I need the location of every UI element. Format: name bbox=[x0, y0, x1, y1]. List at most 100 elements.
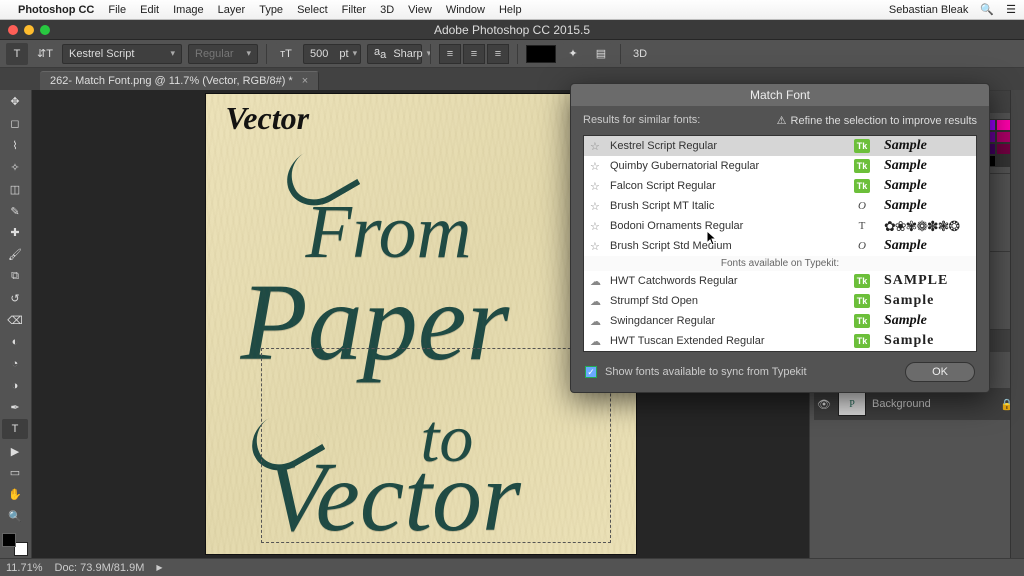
menu-select[interactable]: Select bbox=[297, 4, 328, 16]
results-label: Results for similar fonts: bbox=[583, 114, 700, 127]
font-result-row[interactable]: ☁HWT Tuscan Extended RegularTkSample bbox=[584, 331, 976, 351]
user-name[interactable]: Sebastian Bleak bbox=[889, 4, 969, 16]
font-name: Swingdancer Regular bbox=[610, 315, 846, 327]
eraser-tool-icon[interactable]: ⌫ bbox=[2, 310, 28, 330]
menu-layer[interactable]: Layer bbox=[218, 4, 246, 16]
traffic-lights bbox=[8, 25, 50, 35]
document-tab[interactable]: 262- Match Font.png @ 11.7% (Vector, RGB… bbox=[40, 71, 319, 90]
menu-image[interactable]: Image bbox=[173, 4, 204, 16]
eyedropper-tool-icon[interactable]: ✎ bbox=[2, 201, 28, 221]
blur-tool-icon[interactable]: ◔ bbox=[2, 354, 28, 374]
font-result-row[interactable]: ☆Quimby Gubernatorial RegularTkSample bbox=[584, 156, 976, 176]
font-size-field[interactable]: 500 pt▾ bbox=[303, 44, 361, 64]
close-tab-icon[interactable]: × bbox=[302, 75, 308, 87]
font-name: Strumpf Std Open bbox=[610, 295, 846, 307]
spotlight-icon[interactable]: 🔍 bbox=[980, 3, 994, 16]
menu-3d[interactable]: 3D bbox=[380, 4, 394, 16]
3d-button[interactable]: 3D bbox=[629, 43, 651, 65]
flourish-decoration bbox=[276, 136, 360, 216]
type-tool-icon[interactable]: T bbox=[2, 419, 28, 439]
favorite-star-icon[interactable]: ☆ bbox=[590, 240, 602, 253]
font-result-row[interactable]: ☁Strumpf Std OpenTkSample bbox=[584, 291, 976, 311]
crop-tool-icon[interactable]: ◫ bbox=[2, 179, 28, 199]
font-sample: Sample bbox=[878, 313, 970, 329]
font-result-row[interactable]: ☁HWT Catchwords RegularTkSAMPLE bbox=[584, 271, 976, 291]
font-result-row[interactable]: ☆Brush Script MT ItalicOSample bbox=[584, 196, 976, 216]
menu-help[interactable]: Help bbox=[499, 4, 522, 16]
typekit-badge-icon: Tk bbox=[854, 179, 870, 193]
hand-tool-icon[interactable]: ✋ bbox=[2, 485, 28, 505]
pen-tool-icon[interactable]: ✒ bbox=[2, 398, 28, 418]
sync-typekit-label: Show fonts available to sync from Typeki… bbox=[605, 366, 807, 378]
text-color-swatch[interactable] bbox=[526, 45, 556, 63]
cloud-sync-icon[interactable]: ☁ bbox=[590, 315, 602, 328]
ok-button[interactable]: OK bbox=[905, 362, 975, 382]
doc-info-caret-icon[interactable]: ▶ bbox=[156, 563, 162, 572]
zoom-window-icon[interactable] bbox=[40, 25, 50, 35]
font-family-dropdown[interactable]: Kestrel Script▾ bbox=[62, 44, 182, 64]
move-tool-icon[interactable]: ✥ bbox=[2, 92, 28, 112]
app-name[interactable]: Photoshop CC bbox=[18, 4, 94, 16]
layer-thumbnail[interactable]: P bbox=[838, 392, 866, 416]
font-size-icon: ᴛT bbox=[275, 43, 297, 65]
font-result-row[interactable]: ☆Brush Script Std MediumOSample bbox=[584, 236, 976, 256]
align-right-icon[interactable]: ≡ bbox=[487, 44, 509, 64]
font-result-row[interactable]: ☆Falcon Script RegularTkSample bbox=[584, 176, 976, 196]
marquee-tool-icon[interactable]: ◻ bbox=[2, 114, 28, 134]
favorite-star-icon[interactable]: ☆ bbox=[590, 160, 602, 173]
match-font-selection-box[interactable] bbox=[261, 348, 611, 543]
type-tool-preset-icon[interactable]: T bbox=[6, 43, 28, 65]
zoom-tool-icon[interactable]: 🔍 bbox=[2, 507, 28, 527]
minimize-window-icon[interactable] bbox=[24, 25, 34, 35]
menu-edit[interactable]: Edit bbox=[140, 4, 159, 16]
options-bar: T ⇵T Kestrel Script▾ Regular▾ ᴛT 500 pt▾… bbox=[0, 40, 1024, 68]
menu-filter[interactable]: Filter bbox=[342, 4, 366, 16]
menu-extras-icon[interactable]: ☰ bbox=[1006, 3, 1016, 16]
align-center-icon[interactable]: ≡ bbox=[463, 44, 485, 64]
font-result-row[interactable]: ☆Kestrel Script RegularTkSample bbox=[584, 136, 976, 156]
lasso-tool-icon[interactable]: ⌇ bbox=[2, 136, 28, 156]
stamp-tool-icon[interactable]: ⧉ bbox=[2, 267, 28, 287]
opentype-badge-icon: O bbox=[854, 240, 870, 252]
visibility-icon[interactable]: 👁 bbox=[816, 398, 832, 411]
typekit-badge-icon: Tk bbox=[854, 294, 870, 308]
collapsed-panel-strip[interactable] bbox=[1010, 90, 1024, 558]
close-window-icon[interactable] bbox=[8, 25, 18, 35]
history-brush-tool-icon[interactable]: ↺ bbox=[2, 288, 28, 308]
favorite-star-icon[interactable]: ☆ bbox=[590, 140, 602, 153]
gradient-tool-icon[interactable]: ◐ bbox=[2, 332, 28, 352]
wand-tool-icon[interactable]: ✧ bbox=[2, 157, 28, 177]
zoom-level[interactable]: 11.71% bbox=[6, 562, 43, 574]
font-style-dropdown[interactable]: Regular▾ bbox=[188, 44, 258, 64]
orientation-icon[interactable]: ⇵T bbox=[34, 43, 56, 65]
menu-view[interactable]: View bbox=[408, 4, 432, 16]
path-select-tool-icon[interactable]: ▶ bbox=[2, 441, 28, 461]
brush-tool-icon[interactable]: 🖌 bbox=[2, 245, 28, 265]
favorite-star-icon[interactable]: ☆ bbox=[590, 200, 602, 213]
align-left-icon[interactable]: ≡ bbox=[439, 44, 461, 64]
character-panel-icon[interactable]: ▤ bbox=[590, 43, 612, 65]
favorite-star-icon[interactable]: ☆ bbox=[590, 180, 602, 193]
warp-text-icon[interactable]: ✦ bbox=[562, 43, 584, 65]
font-name: Kestrel Script Regular bbox=[610, 140, 846, 152]
cloud-sync-icon[interactable]: ☁ bbox=[590, 295, 602, 308]
menu-file[interactable]: File bbox=[108, 4, 126, 16]
shape-tool-icon[interactable]: ▭ bbox=[2, 463, 28, 483]
font-result-row[interactable]: ☆Bodoni Ornaments RegularT✿❀✾❁✽❃❂ bbox=[584, 216, 976, 236]
typekit-badge-icon: Tk bbox=[854, 314, 870, 328]
window-titlebar: Adobe Photoshop CC 2015.5 bbox=[0, 20, 1024, 40]
menu-type[interactable]: Type bbox=[259, 4, 283, 16]
heal-tool-icon[interactable]: ✚ bbox=[2, 223, 28, 243]
document-tab-label: 262- Match Font.png @ 11.7% (Vector, RGB… bbox=[50, 75, 293, 87]
foreground-background-swatch[interactable] bbox=[2, 533, 28, 556]
truetype-badge-icon: T bbox=[854, 220, 870, 232]
cloud-sync-icon[interactable]: ☁ bbox=[590, 275, 602, 288]
cloud-sync-icon[interactable]: ☁ bbox=[590, 335, 602, 348]
menu-window[interactable]: Window bbox=[446, 4, 485, 16]
doc-info[interactable]: Doc: 73.9M/81.9M bbox=[55, 562, 145, 574]
font-result-row[interactable]: ☁ Swingdancer Regular Tk Sample bbox=[584, 311, 976, 331]
favorite-star-icon[interactable]: ☆ bbox=[590, 220, 602, 233]
anti-alias-dropdown[interactable]: aa Sharp▾ bbox=[367, 44, 422, 64]
dodge-tool-icon[interactable]: ◑ bbox=[2, 376, 28, 396]
sync-typekit-checkbox[interactable]: ✓ bbox=[585, 366, 597, 378]
